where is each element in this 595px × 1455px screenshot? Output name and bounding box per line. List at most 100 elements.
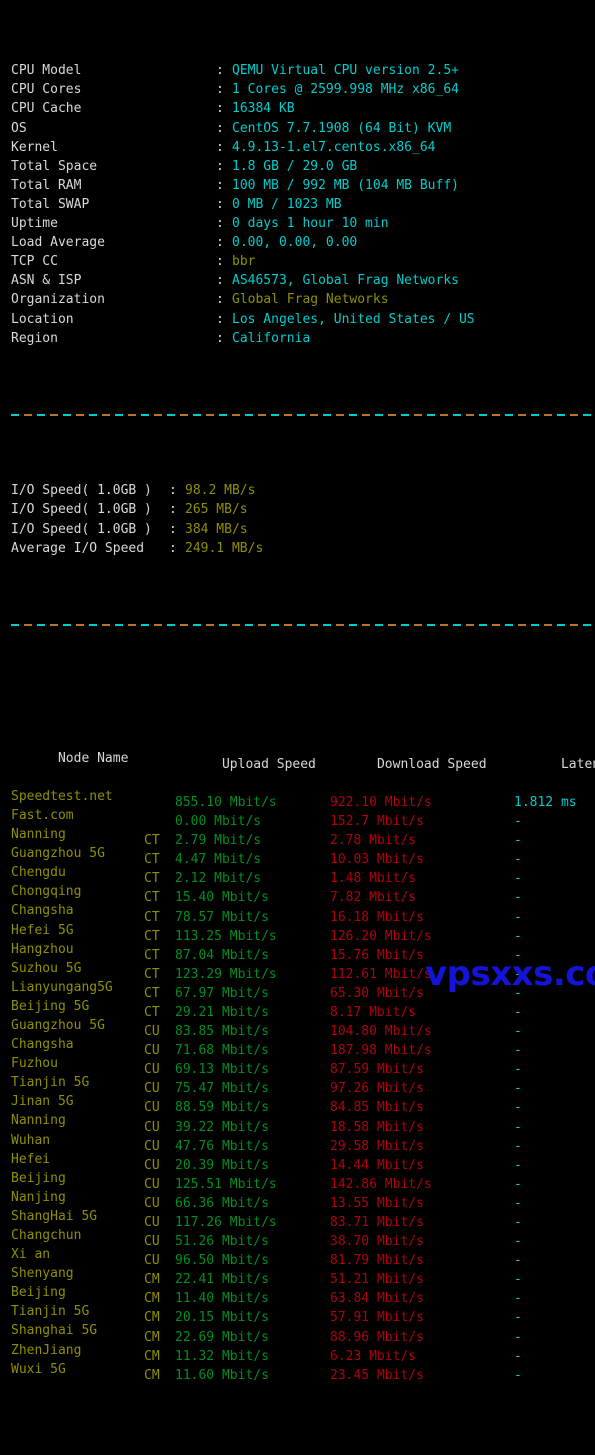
system-info-row: Organization: Global Frag Networks (11, 290, 595, 309)
table-row: Chongqing CT 15.40 Mbit/s 7.82 Mbit/s - (11, 882, 595, 905)
table-row: Guangzhou 5G CT 4.47 Mbit/s 10.03 Mbit/s - (11, 844, 595, 867)
system-info-value: 1 Cores @ 2599.998 MHz x86_64 (232, 82, 459, 98)
system-info-value: Los Angeles, United States / US (232, 311, 475, 327)
system-info-label: Total Space (11, 158, 98, 174)
node-name-cell: Guangzhou 5G (11, 1017, 105, 1033)
isp-code-cell: CM (144, 1367, 160, 1383)
node-name-cell: Nanjing (11, 1189, 66, 1205)
io-speed-value: 98.2 MB/s (185, 483, 256, 499)
node-name-cell: Fast.com (11, 807, 74, 823)
table-row: Shanghai 5G CM 22.69 Mbit/s 88.96 Mbit/s - (11, 1321, 595, 1344)
table-row: Chengdu CT 2.12 Mbit/s 1.48 Mbit/s - (11, 863, 595, 886)
table-row: Tianjin 5G CM 20.15 Mbit/s 57.91 Mbit/s - (11, 1302, 595, 1325)
system-info-row: Location: Los Angeles, United States / US (11, 310, 595, 329)
system-info-value: 16384 KB (232, 101, 295, 117)
system-info-label: CPU Cache (11, 101, 82, 117)
node-name-cell: Shanghai 5G (11, 1323, 98, 1339)
node-name-cell: Beijing 5G (11, 998, 90, 1014)
system-info-colon: : (216, 82, 224, 98)
system-info-value: QEMU Virtual CPU version 2.5+ (232, 63, 459, 79)
io-speed-row: Average I/O Speed:249.1 MB/s (11, 539, 595, 558)
node-name-cell: Beijing (11, 1170, 66, 1186)
system-info-row: Region: California (11, 329, 595, 348)
table-row: Speedtest.net 855.10 Mbit/s 922.10 Mbit/s 1… (11, 787, 595, 810)
system-info-row: Total Space:1.8 GB / 29.0 GB (11, 157, 595, 176)
table-row: Beijing CM 11.40 Mbit/s 63.84 Mbit/s - (11, 1283, 595, 1306)
system-info-label: Uptime (11, 216, 58, 232)
system-info-colon: : (216, 254, 224, 270)
io-speed-value: 265 MB/s (185, 502, 248, 518)
node-name-cell: Chongqing (11, 884, 82, 900)
table-row: Nanjing CU 66.36 Mbit/s 13.55 Mbit/s - (11, 1188, 595, 1211)
system-info-row: Load Average:0.00, 0.00, 0.00 (11, 233, 595, 252)
io-speed-label: I/O Speed( 1.0GB ) (11, 502, 152, 518)
system-info-label: Kernel (11, 139, 58, 155)
table-row: Nanning CT 2.79 Mbit/s 2.78 Mbit/s - (11, 825, 595, 848)
io-speed-label: I/O Speed( 1.0GB ) (11, 521, 152, 537)
node-name-cell: ShangHai 5G (11, 1208, 98, 1224)
system-info-colon: : (216, 158, 224, 174)
system-info-label: Total SWAP (11, 196, 90, 212)
column-header-upload-speed: Upload Speed (221, 756, 316, 772)
table-row: Beijing 5G CT 29.21 Mbit/s 8.17 Mbit/s - (11, 997, 595, 1020)
system-info-label: CPU Model (11, 63, 82, 79)
io-speed-colon: : (169, 540, 177, 556)
table-row: Xi an CU 96.50 Mbit/s 81.79 Mbit/s - (11, 1245, 595, 1268)
system-info-value: bbr (232, 254, 256, 270)
node-name-cell: Tianjin 5G (11, 1304, 90, 1320)
system-info-label: Location (11, 311, 74, 327)
node-name-cell: Lianyungang5G (11, 979, 113, 995)
node-name-cell: Shenyang (11, 1266, 74, 1282)
node-name-cell: Nanning (11, 1113, 66, 1129)
system-info-value: California (232, 330, 311, 346)
system-info-colon: : (216, 292, 224, 308)
table-row: Suzhou 5G CT 123.29 Mbit/s 112.61 Mbit/s - (11, 959, 595, 982)
node-name-cell: ZhenJiang (11, 1342, 82, 1358)
io-speed-label: I/O Speed( 1.0GB ) (11, 483, 152, 499)
system-info-label: Total RAM (11, 177, 82, 193)
system-info-row: TCP CC: bbr (11, 252, 595, 271)
system-info-colon: : (216, 235, 224, 251)
node-name-cell: Wuxi 5G (11, 1361, 66, 1377)
system-info-label: TCP CC (11, 254, 58, 270)
system-info-value: 100 MB / 992 MB (104 MB Buff) (232, 177, 459, 193)
column-header-download-speed: Download Speed (376, 756, 487, 772)
system-info-label: Organization (11, 292, 105, 308)
table-row: Tianjin 5G CU 75.47 Mbit/s 97.26 Mbit/s - (11, 1073, 595, 1096)
system-info-value: 4.9.13-1.el7.centos.x86_64 (232, 139, 436, 155)
table-row: Shenyang CM 22.41 Mbit/s 51.21 Mbit/s - (11, 1264, 595, 1287)
node-name-cell: Changchun (11, 1228, 82, 1243)
separator-line-1 (11, 405, 595, 424)
column-header-node-name: Node Name (57, 750, 129, 766)
system-info-row: Total RAM:100 MB / 992 MB (104 MB Buff) (11, 176, 595, 195)
table-row: Hangzhou CT 87.04 Mbit/s 15.76 Mbit/s - (11, 940, 595, 963)
separator-line-2 (11, 615, 595, 634)
system-info-colon: : (216, 63, 224, 79)
system-info-value: Global Frag Networks (232, 292, 389, 308)
system-info-colon: : (216, 120, 224, 136)
system-info-row: OS: CentOS 7.7.1908 (64 Bit) KVM (11, 119, 595, 138)
node-name-cell: Chengdu (11, 865, 66, 881)
system-info-colon: : (216, 330, 224, 346)
node-name-cell: Hangzhou (11, 941, 74, 957)
system-info-value: 1.8 GB / 29.0 GB (232, 158, 358, 174)
system-info-row: CPU Model: QEMU Virtual CPU version 2.5+ (11, 61, 595, 80)
system-info-value: AS46573, Global Frag Networks (232, 273, 459, 289)
system-info-label: Region (11, 330, 58, 346)
system-info-colon: : (216, 311, 224, 327)
io-test-section: I/O Speed( 1.0GB ):98.2 MB/s I/O Speed( 1… (11, 481, 595, 557)
node-name-cell: Guangzhou 5G (11, 846, 105, 862)
io-speed-row: I/O Speed( 1.0GB ):384 MB/s (11, 520, 595, 539)
io-speed-colon: : (169, 483, 177, 499)
table-row: Wuxi 5G CM 11.60 Mbit/s 23.45 Mbit/s - (11, 1360, 595, 1383)
system-info-colon: : (216, 139, 224, 155)
io-speed-value: 384 MB/s (185, 521, 248, 537)
node-name-cell: Changsha (11, 1037, 74, 1053)
table-row: Fast.com 0.00 Mbit/s 152.7 Mbit/s - (11, 806, 595, 829)
table-row: Jinan 5G CU 88.59 Mbit/s 84.85 Mbit/s - (11, 1092, 595, 1115)
table-row: Guangzhou 5G CU 83.85 Mbit/s 104.80 Mbit/s - (11, 1016, 595, 1039)
download-speed-cell: 23.45 Mbit/s (330, 1367, 424, 1383)
table-row: Changchun CU 51.26 Mbit/s 38.70 Mbit/s - (11, 1226, 595, 1249)
system-info-value: 0 days 1 hour 10 min (232, 216, 389, 232)
node-name-cell: Nanning (11, 827, 66, 843)
